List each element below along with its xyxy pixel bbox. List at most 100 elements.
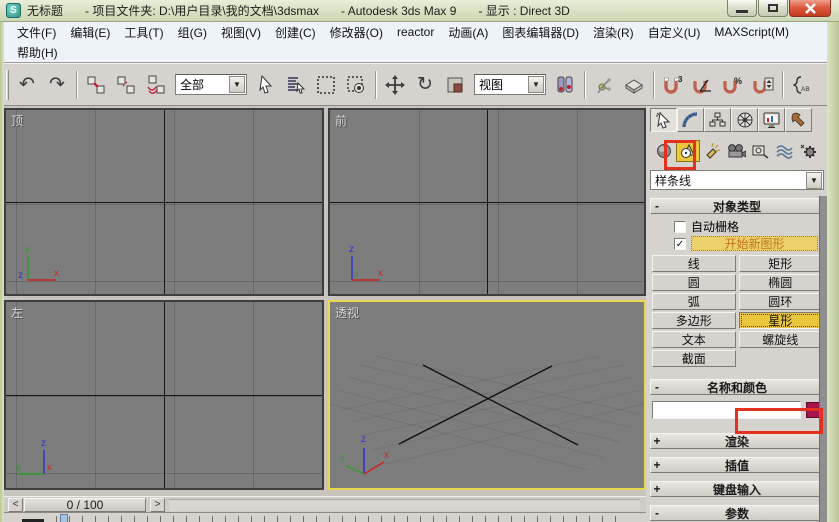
window-crossing-toggle-button[interactable] — [341, 69, 371, 101]
category-space-warps[interactable] — [772, 140, 796, 162]
menu-maxscript[interactable]: MAXScript(M) — [707, 23, 796, 41]
time-slider-track[interactable] — [169, 498, 640, 511]
reference-coordinate-dropdown[interactable]: 视图 ▼ — [474, 74, 546, 95]
rollout-parameters-header[interactable]: - 参数 — [650, 505, 824, 521]
menu-reactor[interactable]: reactor — [390, 23, 441, 41]
modify-tab-icon — [682, 112, 698, 128]
toolbar-separator — [653, 70, 654, 99]
close-button[interactable] — [789, 0, 831, 17]
unlink-selection-button[interactable] — [111, 69, 141, 101]
rollout-object-type-header[interactable]: - 对象类型 — [650, 198, 824, 214]
select-object-button[interactable] — [251, 69, 281, 101]
category-lights[interactable] — [700, 140, 724, 162]
svg-text:x: x — [384, 450, 389, 461]
button-star[interactable]: 星形 — [738, 312, 822, 329]
category-helpers[interactable] — [748, 140, 772, 162]
select-by-name-icon — [288, 76, 306, 93]
button-ngon[interactable]: 多边形 — [652, 312, 736, 329]
object-name-input[interactable] — [652, 401, 801, 419]
named-selection-sets-button[interactable]: AB — [787, 69, 817, 101]
menu-group[interactable]: 组(G) — [171, 22, 214, 43]
start-new-shape-checkbox[interactable]: ✓ — [674, 237, 686, 250]
object-type-buttons: 线 矩形 圆 椭圆 弧 圆环 多边形 星形 文本 螺旋线 截面 — [652, 255, 822, 367]
menu-rendering[interactable]: 渲染(R) — [586, 22, 641, 43]
menu-modifiers[interactable]: 修改器(O) — [323, 22, 390, 43]
button-rectangle[interactable]: 矩形 — [738, 255, 822, 272]
toolbar-grip[interactable] — [6, 69, 9, 100]
tab-create[interactable] — [650, 108, 677, 132]
percent-snap-button[interactable]: % — [718, 69, 748, 101]
button-text[interactable]: 文本 — [652, 331, 736, 348]
viewport-perspective[interactable]: 透视 z x y — [328, 300, 646, 490]
tab-motion[interactable] — [731, 108, 758, 132]
maximize-button[interactable] — [758, 0, 788, 17]
select-and-manipulate-button[interactable] — [589, 69, 619, 101]
spinner-snap-icon — [753, 77, 774, 94]
space-warps-icon — [776, 145, 793, 159]
empty-cell — [739, 350, 823, 367]
keyboard-shortcut-override-button[interactable] — [619, 69, 649, 101]
button-arc[interactable]: 弧 — [652, 293, 736, 310]
next-frame-button[interactable]: > — [150, 497, 165, 512]
subcategory-dropdown[interactable]: 样条线 ▼ — [650, 170, 824, 190]
select-by-name-button[interactable] — [281, 69, 311, 101]
rollout-interpolation-header[interactable]: + 插值 — [650, 457, 824, 473]
track-bar[interactable] — [4, 512, 646, 522]
button-helix[interactable]: 螺旋线 — [738, 331, 822, 348]
button-line[interactable]: 线 — [652, 255, 736, 272]
rollout-keyboard-entry-header[interactable]: + 键盘输入 — [650, 481, 824, 497]
redo-button[interactable]: ↷ — [42, 69, 72, 101]
menu-views[interactable]: 视图(V) — [214, 22, 268, 43]
time-slider-handle[interactable]: 0 / 100 — [24, 497, 146, 512]
rollout-name-color-header[interactable]: - 名称和颜色 — [650, 379, 824, 395]
viewport-left[interactable]: 左 z y x — [4, 300, 324, 490]
command-panel-scrollbar[interactable] — [819, 196, 827, 522]
menu-edit[interactable]: 编辑(E) — [63, 22, 117, 43]
select-and-move-button[interactable] — [380, 69, 410, 101]
grid-axis-line — [6, 202, 322, 203]
rollout-rendering-header[interactable]: + 渲染 — [650, 433, 824, 449]
viewport-perspective-label[interactable]: 透视 — [335, 304, 359, 321]
select-and-rotate-button[interactable]: ↻ — [410, 69, 440, 101]
menu-animation[interactable]: 动画(A) — [441, 22, 495, 43]
rectangular-selection-region-button[interactable] — [311, 69, 341, 101]
viewport-left-label[interactable]: 左 — [11, 304, 23, 321]
menu-graph-editors[interactable]: 图表编辑器(D) — [495, 22, 586, 43]
tab-display[interactable] — [758, 108, 785, 132]
bind-to-space-warp-button[interactable] — [141, 69, 171, 101]
selection-filter-dropdown[interactable]: 全部 ▼ — [175, 74, 247, 95]
category-shapes[interactable] — [676, 140, 700, 162]
viewport-top[interactable]: 顶 y x z — [4, 108, 324, 296]
snaps-toggle-button[interactable]: 3 — [658, 69, 688, 101]
auto-grid-checkbox[interactable] — [674, 220, 686, 233]
menu-customize[interactable]: 自定义(U) — [641, 22, 708, 43]
rollout-name-color-title: 名称和颜色 — [706, 380, 767, 395]
menu-tools[interactable]: 工具(T) — [117, 22, 170, 43]
category-geometry[interactable] — [652, 140, 676, 162]
tab-utilities[interactable] — [785, 108, 812, 132]
angle-snap-button[interactable] — [688, 69, 718, 101]
viewport-front[interactable]: 前 z x y — [328, 108, 646, 296]
button-ellipse[interactable]: 椭圆 — [738, 274, 822, 291]
previous-frame-button[interactable]: < — [8, 497, 23, 512]
tab-hierarchy[interactable] — [704, 108, 731, 132]
spinner-snap-button[interactable] — [748, 69, 778, 101]
undo-button[interactable]: ↶ — [12, 69, 42, 101]
button-donut[interactable]: 圆环 — [738, 293, 822, 310]
button-circle[interactable]: 圆 — [652, 274, 736, 291]
viewport-front-label[interactable]: 前 — [335, 112, 347, 129]
menu-create[interactable]: 创建(C) — [268, 22, 323, 43]
use-center-button[interactable] — [550, 69, 580, 101]
viewport-top-label[interactable]: 顶 — [11, 112, 23, 129]
select-and-scale-button[interactable] — [440, 69, 470, 101]
menu-file[interactable]: 文件(F) — [10, 22, 63, 43]
select-and-link-button[interactable] — [81, 69, 111, 101]
category-systems[interactable] — [796, 140, 820, 162]
button-section[interactable]: 截面 — [652, 350, 736, 367]
start-new-shape-button[interactable]: 开始新图形 — [691, 236, 818, 251]
minimize-button[interactable] — [727, 0, 757, 17]
named-selection-sets-icon: AB — [793, 75, 810, 94]
category-cameras[interactable] — [724, 140, 748, 162]
menu-help[interactable]: 帮助(H) — [10, 42, 65, 63]
tab-modify[interactable] — [677, 108, 704, 132]
